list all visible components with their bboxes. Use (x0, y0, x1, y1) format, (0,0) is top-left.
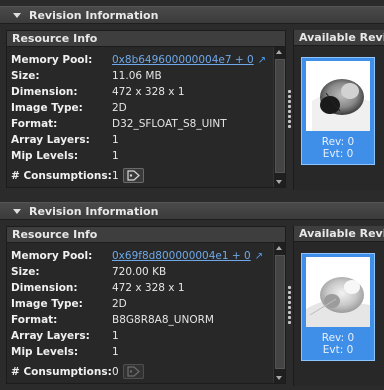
format-value: D32_SFLOAT_S8_UINT (112, 118, 227, 130)
array-layers-label: Array Layers: (11, 330, 90, 342)
resource-info-title: Resource Info (7, 31, 285, 47)
consumptions-value: 0 (112, 366, 119, 378)
dimension-label: Dimension: (11, 86, 78, 98)
jump-to-icon[interactable]: ↗ (255, 250, 263, 264)
scroll-thumb[interactable] (275, 59, 285, 173)
scroll-down-icon[interactable] (276, 180, 282, 184)
available-revisions-panel-1: Available Revisions Rev: 0 Evt: (293, 30, 384, 190)
format-label: Format: (11, 314, 58, 326)
memory-pool-label: Memory Pool: (11, 54, 93, 66)
size-value: 11.06 MB (112, 70, 162, 82)
size-label: Size: (11, 70, 40, 82)
mip-levels-value: 1 (112, 346, 119, 358)
mip-levels-label: Mip Levels: (11, 346, 79, 358)
revision-card[interactable]: Rev: 0 Evt: 0 (301, 57, 375, 165)
memory-pool-value: 0x69f8d800000004e1 + 0 ↗ (112, 249, 263, 264)
splitter-grip-icon[interactable] (288, 90, 291, 130)
mip-levels-value: 1 (112, 150, 119, 162)
revision-rev-label: Rev: 0 (321, 136, 355, 148)
resource-info-scrollbar[interactable] (273, 243, 285, 383)
consumptions-label: # Consumptions: (11, 366, 112, 378)
consumptions-label: # Consumptions: (11, 170, 112, 182)
available-revisions-title: Available Revisions (294, 226, 384, 242)
section-title: Revision Information (29, 8, 159, 22)
scroll-thumb[interactable] (275, 255, 285, 369)
section-title: Revision Information (29, 204, 159, 218)
image-type-value: 2D (112, 102, 127, 114)
revision-thumbnail (306, 61, 370, 131)
memory-pool-label: Memory Pool: (11, 250, 93, 262)
dimension-value: 472 x 328 x 1 (112, 86, 185, 98)
tag-icon[interactable] (123, 168, 144, 183)
revision-evt-label: Evt: 0 (322, 344, 354, 356)
revision-card[interactable]: Rev: 0 Evt: 0 (301, 253, 375, 361)
collapse-triangle-icon[interactable] (13, 12, 21, 18)
memory-pool-value: 0x8b649600000004e7 + 0 ↗ (112, 53, 266, 68)
image-type-label: Image Type: (11, 298, 83, 310)
resource-info-title: Resource Info (7, 227, 285, 243)
consumptions-value: 1 (112, 170, 119, 182)
array-layers-value: 1 (112, 134, 119, 146)
revision-rev-label: Rev: 0 (321, 332, 355, 344)
memory-pool-link[interactable]: 0x69f8d800000004e1 + 0 (112, 250, 251, 262)
revision-info-header-1[interactable]: Revision Information (0, 6, 384, 24)
resource-info-panel-1: Resource Info Memory Pool: 0x8b649600000… (6, 30, 286, 188)
revision-thumbnail (306, 257, 370, 327)
size-label: Size: (11, 266, 40, 278)
image-type-value: 2D (112, 298, 127, 310)
resource-info-panel-2: Resource Info Memory Pool: 0x69f8d800000… (6, 226, 286, 384)
format-value: B8G8R8A8_UNORM (112, 314, 214, 326)
resource-info-scrollbar[interactable] (273, 47, 285, 187)
available-revisions-panel-2: Available Revisions Rev: 0 Evt: (293, 226, 384, 386)
scroll-up-icon[interactable] (276, 246, 282, 250)
revision-evt-label: Evt: 0 (322, 148, 354, 160)
array-layers-label: Array Layers: (11, 134, 90, 146)
scroll-up-icon[interactable] (276, 50, 282, 54)
tag-icon[interactable] (123, 364, 144, 379)
available-revisions-title: Available Revisions (294, 30, 384, 46)
dimension-label: Dimension: (11, 282, 78, 294)
size-value: 720.00 KB (112, 266, 167, 278)
array-layers-value: 1 (112, 330, 119, 342)
mip-levels-label: Mip Levels: (11, 150, 79, 162)
jump-to-icon[interactable]: ↗ (258, 54, 266, 68)
splitter-grip-icon[interactable] (288, 286, 291, 326)
memory-pool-link[interactable]: 0x8b649600000004e7 + 0 (112, 54, 254, 66)
dimension-value: 472 x 328 x 1 (112, 282, 185, 294)
scroll-down-icon[interactable] (276, 376, 282, 380)
revision-info-header-2[interactable]: Revision Information (0, 202, 384, 220)
image-type-label: Image Type: (11, 102, 83, 114)
collapse-triangle-icon[interactable] (13, 208, 21, 214)
format-label: Format: (11, 118, 58, 130)
